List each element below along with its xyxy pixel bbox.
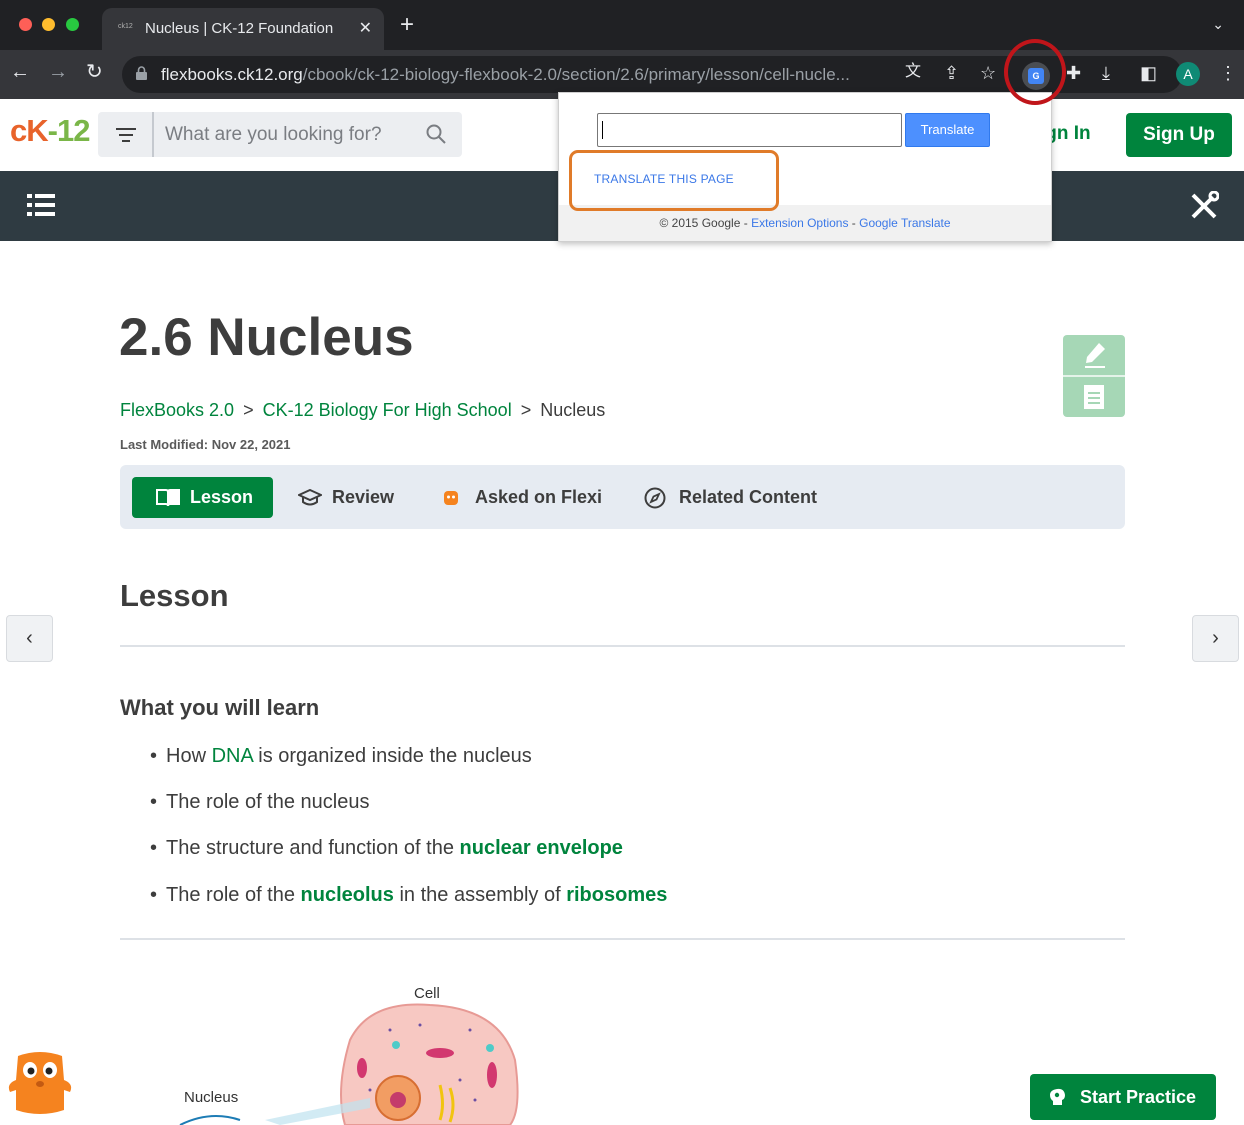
tab-asked-on-flexi[interactable]: Asked on Flexi: [442, 477, 602, 518]
download-icon[interactable]: ⤓: [1102, 64, 1110, 82]
divider: [120, 645, 1125, 647]
flexi-icon: [444, 491, 458, 505]
previous-section-button[interactable]: ‹: [6, 615, 53, 662]
translate-button[interactable]: Translate: [905, 113, 990, 147]
sign-up-button[interactable]: Sign Up: [1126, 113, 1232, 157]
chevron-left-icon: ‹: [26, 627, 33, 649]
extensions-puzzle-icon[interactable]: ✚: [1066, 64, 1081, 82]
copyright-text: © 2015 Google -: [659, 216, 752, 230]
profile-avatar[interactable]: A: [1176, 62, 1200, 86]
browser-tab-bar: ck12 Nucleus | CK-12 Foundation ✕ + ⌄: [0, 0, 1244, 50]
dna-link[interactable]: DNA: [212, 745, 253, 767]
tab-search-chevron-icon[interactable]: ⌄: [1212, 16, 1224, 33]
practice-brain-icon: [1050, 1088, 1065, 1105]
tab-lesson[interactable]: Lesson: [132, 477, 273, 518]
forward-arrow-icon[interactable]: →: [48, 62, 68, 82]
ribosomes-link[interactable]: ribosomes: [566, 884, 667, 906]
tab-related-content[interactable]: Related Content: [644, 477, 817, 518]
extension-options-link[interactable]: Extension Options: [751, 216, 848, 230]
cell-label: Cell: [414, 985, 440, 1002]
last-modified: Last Modified: Nov 22, 2021: [120, 437, 291, 452]
url-text: flexbooks.ck12.org/cbook/ck-12-biology-f…: [161, 65, 850, 84]
pencil-icon: [1085, 343, 1105, 368]
highlight-box-translate-page: [569, 150, 779, 211]
breadcrumb-current: Nucleus: [540, 400, 606, 420]
table-of-contents-icon[interactable]: [27, 193, 55, 217]
list-item: • The structure and function of the nucle…: [150, 837, 623, 859]
page-title: 2.6 Nucleus: [119, 308, 414, 367]
start-practice-button[interactable]: Start Practice: [1030, 1074, 1216, 1120]
tools-icon[interactable]: [1189, 191, 1219, 221]
bookmark-star-icon[interactable]: ☆: [980, 64, 996, 82]
back-arrow-icon[interactable]: ←: [10, 62, 30, 82]
new-tab-button[interactable]: +: [400, 13, 414, 37]
ck12-logo[interactable]: cK-12: [10, 113, 90, 149]
filter-button[interactable]: [98, 112, 154, 157]
tab-close-icon[interactable]: ✕: [359, 18, 372, 38]
compass-icon: [644, 487, 666, 509]
book-icon: [156, 489, 180, 507]
notes-highlights-button[interactable]: [1063, 335, 1125, 417]
translate-page-icon[interactable]: 文: [905, 64, 921, 80]
minimize-window-button[interactable]: [42, 18, 55, 31]
search-box[interactable]: What are you looking for?: [98, 112, 462, 157]
list-item: • The role of the nucleolus in the assemb…: [150, 884, 668, 906]
next-section-button[interactable]: ›: [1192, 615, 1239, 662]
google-translate-link[interactable]: Google Translate: [859, 216, 950, 230]
maximize-window-button[interactable]: [66, 18, 79, 31]
lock-icon: [136, 66, 147, 80]
tab-title: Nucleus | CK-12 Foundation: [145, 20, 334, 37]
search-input[interactable]: What are you looking for?: [165, 124, 382, 146]
tab-favicon-icon: ck12: [118, 23, 133, 30]
translate-text-input[interactable]: [597, 113, 902, 147]
lesson-heading: Lesson: [120, 578, 229, 613]
browser-tab[interactable]: ck12 Nucleus | CK-12 Foundation ✕: [102, 8, 384, 50]
chevron-right-icon: ›: [1212, 627, 1219, 649]
highlight-circle-extension: [1004, 39, 1066, 105]
reload-icon[interactable]: ↻: [86, 62, 103, 82]
notes-document-icon: [1084, 385, 1104, 409]
close-window-button[interactable]: [19, 18, 32, 31]
notes-divider: [1063, 375, 1125, 377]
nucleus-label: Nucleus: [184, 1089, 239, 1106]
list-item: • The role of the nucleus: [150, 791, 370, 813]
nuclear-envelope-link[interactable]: nuclear envelope: [460, 837, 623, 859]
divider: [120, 938, 1125, 940]
flexi-mascot-icon[interactable]: [8, 1050, 72, 1116]
content-tabs: Lesson Review Asked on Flexi Related Con…: [120, 465, 1125, 529]
search-icon[interactable]: [426, 124, 446, 144]
text-caret: [602, 121, 603, 139]
share-icon[interactable]: ⇪: [944, 64, 959, 82]
graduation-cap-icon: [298, 489, 322, 506]
breadcrumb-biology[interactable]: CK-12 Biology For High School: [263, 400, 512, 420]
list-item: • How DNA is organized inside the nucleus: [150, 745, 532, 767]
breadcrumb-flexbooks[interactable]: FlexBooks 2.0: [120, 400, 234, 420]
breadcrumb: FlexBooks 2.0 > CK-12 Biology For High Sch…: [120, 400, 606, 420]
what-you-will-learn-heading: What you will learn: [120, 695, 320, 720]
browser-menu-icon[interactable]: ⋮: [1219, 64, 1237, 82]
tab-review[interactable]: Review: [298, 477, 394, 518]
filter-icon: [116, 128, 136, 142]
nucleolus-link[interactable]: nucleolus: [301, 884, 394, 906]
side-panel-icon[interactable]: ◧: [1140, 64, 1157, 82]
